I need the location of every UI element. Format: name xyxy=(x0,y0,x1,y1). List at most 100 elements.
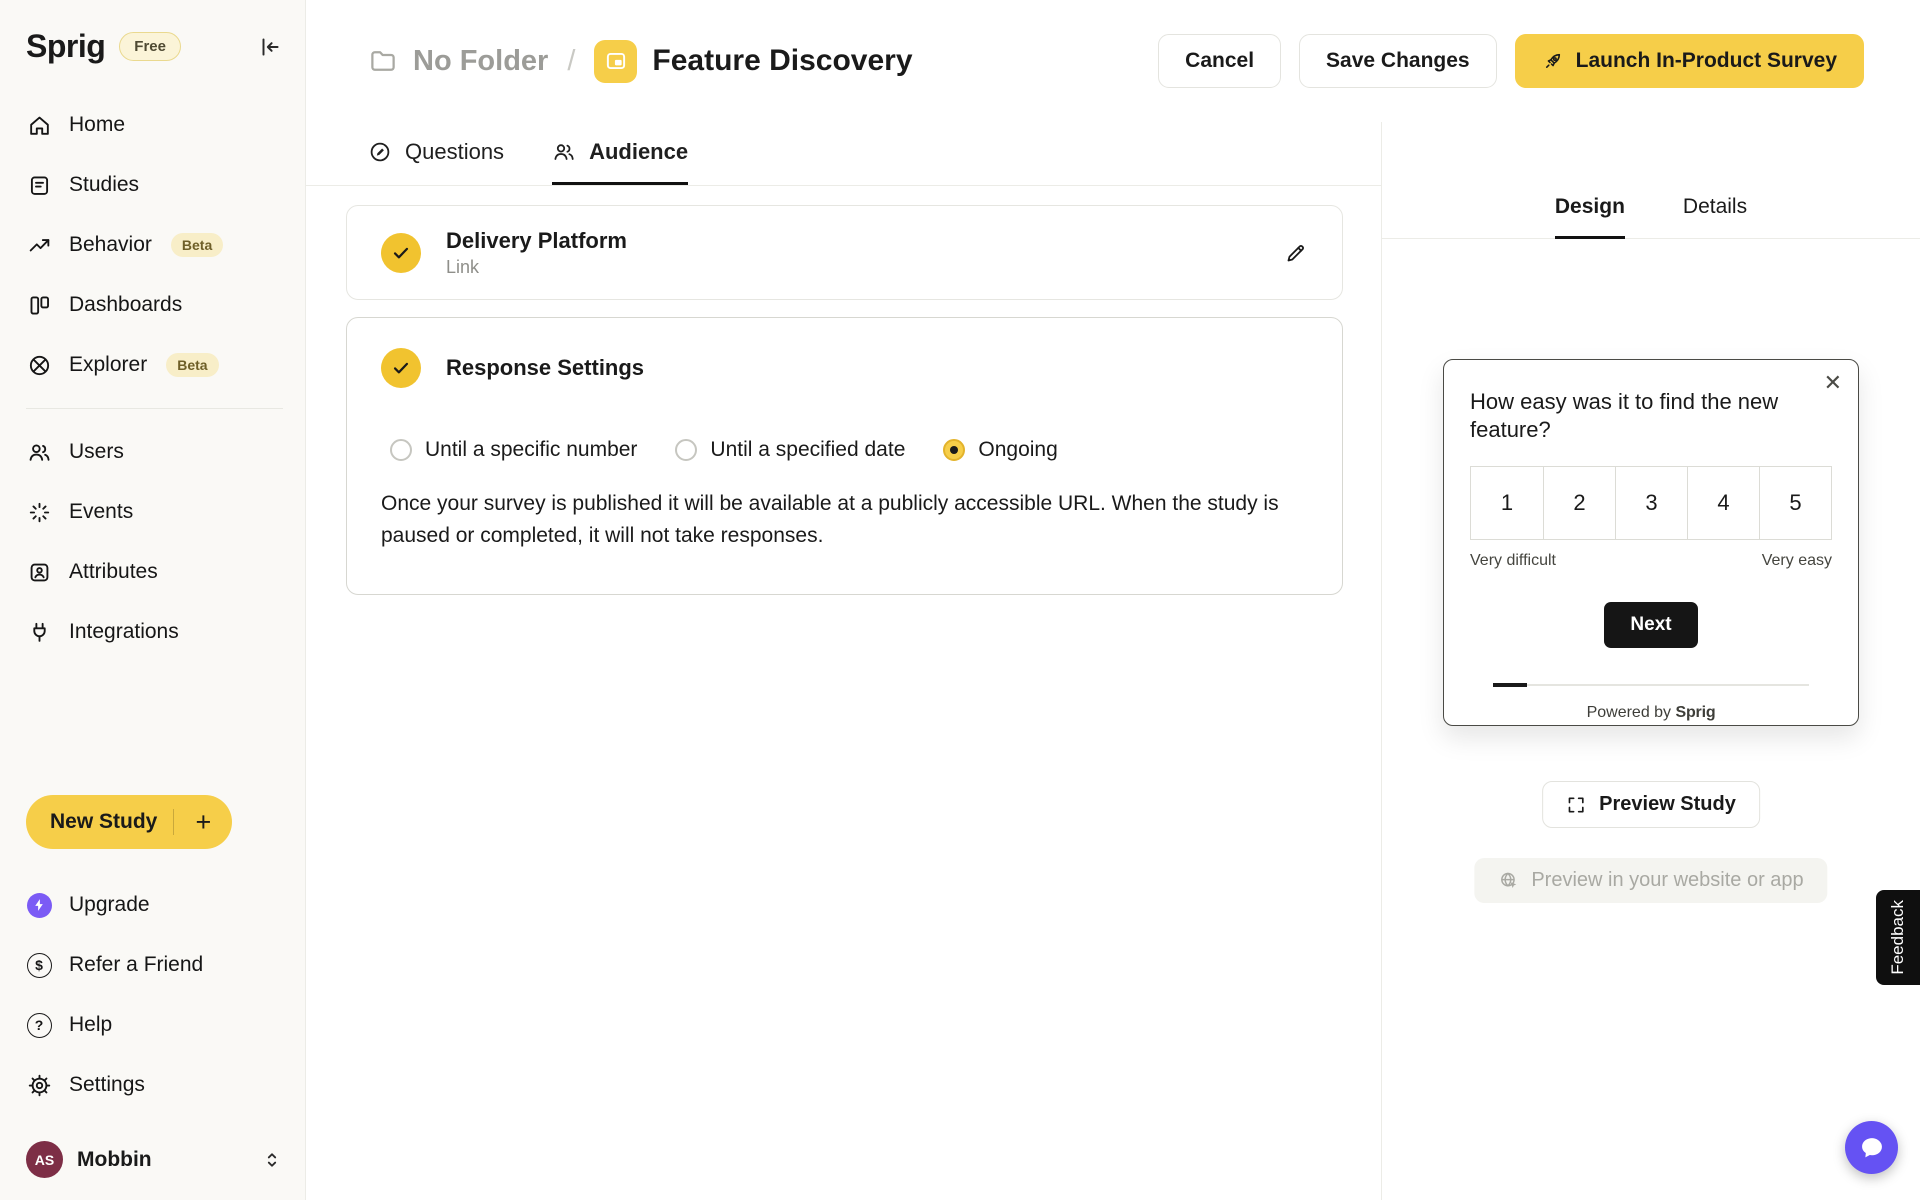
sidebar-header: Sprig Free xyxy=(26,28,283,65)
sidebar-item-explorer[interactable]: Explorer Beta xyxy=(26,335,283,395)
breadcrumb-separator: / xyxy=(567,45,575,78)
study-type-icon xyxy=(594,40,637,83)
sidebar-nav-secondary: Users Events Attributes Integrations xyxy=(26,422,283,662)
behavior-icon xyxy=(26,232,52,258)
rocket-icon xyxy=(1542,50,1564,72)
new-study-add-button[interactable]: + xyxy=(186,805,220,839)
sidebar-item-events[interactable]: Events xyxy=(26,482,283,542)
radio-circle-icon[interactable] xyxy=(675,439,697,461)
avatar: AS xyxy=(26,1141,63,1178)
tab-questions[interactable]: Questions xyxy=(368,122,504,185)
rating-option-5[interactable]: 5 xyxy=(1759,467,1831,539)
studies-icon xyxy=(26,172,52,198)
radio-ongoing[interactable]: Ongoing xyxy=(943,438,1057,462)
tab-questions-label: Questions xyxy=(405,139,504,165)
feedback-tab[interactable]: Feedback xyxy=(1876,890,1920,985)
sidebar-item-dashboards[interactable]: Dashboards xyxy=(26,275,283,335)
sidebar-nav-footer: Upgrade $ Refer a Friend ? Help Settings xyxy=(26,875,283,1115)
delivery-platform-card[interactable]: Delivery Platform Link xyxy=(346,205,1343,300)
sidebar-item-behavior[interactable]: Behavior Beta xyxy=(26,215,283,275)
sidebar-item-users[interactable]: Users xyxy=(26,422,283,482)
sidebar-item-home[interactable]: Home xyxy=(26,95,283,155)
expand-icon xyxy=(1566,795,1586,815)
rating-option-2[interactable]: 2 xyxy=(1543,467,1615,539)
sidebar-item-studies[interactable]: Studies xyxy=(26,155,283,215)
account-switcher[interactable]: AS Mobbin xyxy=(26,1141,283,1178)
upgrade-icon xyxy=(26,892,52,918)
response-settings-header: Response Settings xyxy=(381,348,1308,388)
study-tabs: Questions Audience xyxy=(306,122,1381,186)
response-settings-title: Response Settings xyxy=(446,355,644,381)
tab-details[interactable]: Details xyxy=(1683,195,1747,239)
sidebar-item-label: Integrations xyxy=(69,620,179,644)
preview-study-button[interactable]: Preview Study xyxy=(1542,781,1760,828)
dashboards-icon xyxy=(26,292,52,318)
sidebar-item-label: Settings xyxy=(69,1073,145,1097)
folder-icon xyxy=(368,46,398,76)
sidebar-item-settings[interactable]: Settings xyxy=(26,1055,283,1115)
beta-badge: Beta xyxy=(171,233,223,257)
preview-panel: Design Details ✕ How easy was it to find… xyxy=(1382,122,1920,1200)
sidebar-item-label: Attributes xyxy=(69,560,158,584)
sidebar: Sprig Free Home Studies Behavior Beta xyxy=(0,0,306,1200)
tab-audience-label: Audience xyxy=(589,139,688,165)
sidebar-item-integrations[interactable]: Integrations xyxy=(26,602,283,662)
new-study-button[interactable]: New Study + xyxy=(26,795,232,849)
radio-until-specific-number[interactable]: Until a specific number xyxy=(390,438,637,462)
rating-option-4[interactable]: 4 xyxy=(1687,467,1759,539)
tab-audience[interactable]: Audience xyxy=(552,122,688,185)
delivery-platform-title: Delivery Platform xyxy=(446,228,627,254)
radio-label: Until a specified date xyxy=(710,438,905,462)
preview-tabs: Design Details xyxy=(1382,122,1920,239)
sidebar-item-label: Explorer xyxy=(69,353,147,377)
scale-labels: Very difficult Very easy xyxy=(1470,552,1832,570)
next-button[interactable]: Next xyxy=(1604,602,1698,648)
edit-delivery-button[interactable] xyxy=(1284,241,1308,265)
pencil-icon xyxy=(1284,241,1308,265)
sidebar-item-refer-a-friend[interactable]: $ Refer a Friend xyxy=(26,935,283,995)
beta-badge: Beta xyxy=(166,353,218,377)
plan-badge: Free xyxy=(119,32,181,61)
scale-max-label: Very easy xyxy=(1762,552,1832,570)
sidebar-item-help[interactable]: ? Help xyxy=(26,995,283,1055)
new-study-divider xyxy=(173,809,174,835)
preview-study-label: Preview Study xyxy=(1599,793,1736,816)
feedback-label: Feedback xyxy=(1888,900,1908,975)
rating-option-3[interactable]: 3 xyxy=(1615,467,1687,539)
app-root: Sprig Free Home Studies Behavior Beta xyxy=(0,0,1920,1200)
tab-design[interactable]: Design xyxy=(1555,195,1625,239)
close-icon[interactable]: ✕ xyxy=(1824,370,1842,396)
sidebar-item-label: Refer a Friend xyxy=(69,953,203,977)
sidebar-item-label: Studies xyxy=(69,173,139,197)
response-options: Until a specific number Until a specifie… xyxy=(381,438,1308,462)
collapse-sidebar-icon xyxy=(257,34,283,60)
header-actions: Cancel Save Changes Launch In-Product Su… xyxy=(1158,34,1864,88)
sidebar-item-upgrade[interactable]: Upgrade xyxy=(26,875,283,935)
survey-preview-card: ✕ How easy was it to find the new featur… xyxy=(1443,359,1859,726)
dollar-circle-icon: $ xyxy=(26,952,52,978)
events-icon xyxy=(26,499,52,525)
save-changes-button[interactable]: Save Changes xyxy=(1299,34,1497,88)
rating-option-1[interactable]: 1 xyxy=(1471,467,1543,539)
rating-scale: 1 2 3 4 5 xyxy=(1470,466,1832,540)
radio-circle-icon[interactable] xyxy=(390,439,412,461)
questions-edit-icon xyxy=(368,140,392,164)
radio-selected-icon[interactable] xyxy=(943,439,965,461)
account-name: Mobbin xyxy=(77,1148,152,1172)
breadcrumb-folder[interactable]: No Folder xyxy=(413,45,548,78)
chevron-updown-icon xyxy=(261,1149,283,1171)
sidebar-item-attributes[interactable]: Attributes xyxy=(26,542,283,602)
delivery-platform-text: Delivery Platform Link xyxy=(446,228,627,278)
chat-widget-button[interactable] xyxy=(1845,1121,1898,1174)
sidebar-nav-primary: Home Studies Behavior Beta Dashboards Ex… xyxy=(26,95,283,395)
sidebar-item-label: Users xyxy=(69,440,124,464)
preview-in-website-button[interactable]: Preview in your website or app xyxy=(1474,858,1827,903)
cancel-button[interactable]: Cancel xyxy=(1158,34,1281,88)
delivery-platform-value: Link xyxy=(446,257,627,278)
collapse-sidebar-button[interactable] xyxy=(257,34,283,60)
powered-by-label: Powered by xyxy=(1587,704,1672,721)
radio-until-specified-date[interactable]: Until a specified date xyxy=(675,438,905,462)
new-study-label: New Study xyxy=(50,810,157,834)
check-circle-icon xyxy=(381,348,421,388)
launch-survey-button[interactable]: Launch In-Product Survey xyxy=(1515,34,1864,88)
